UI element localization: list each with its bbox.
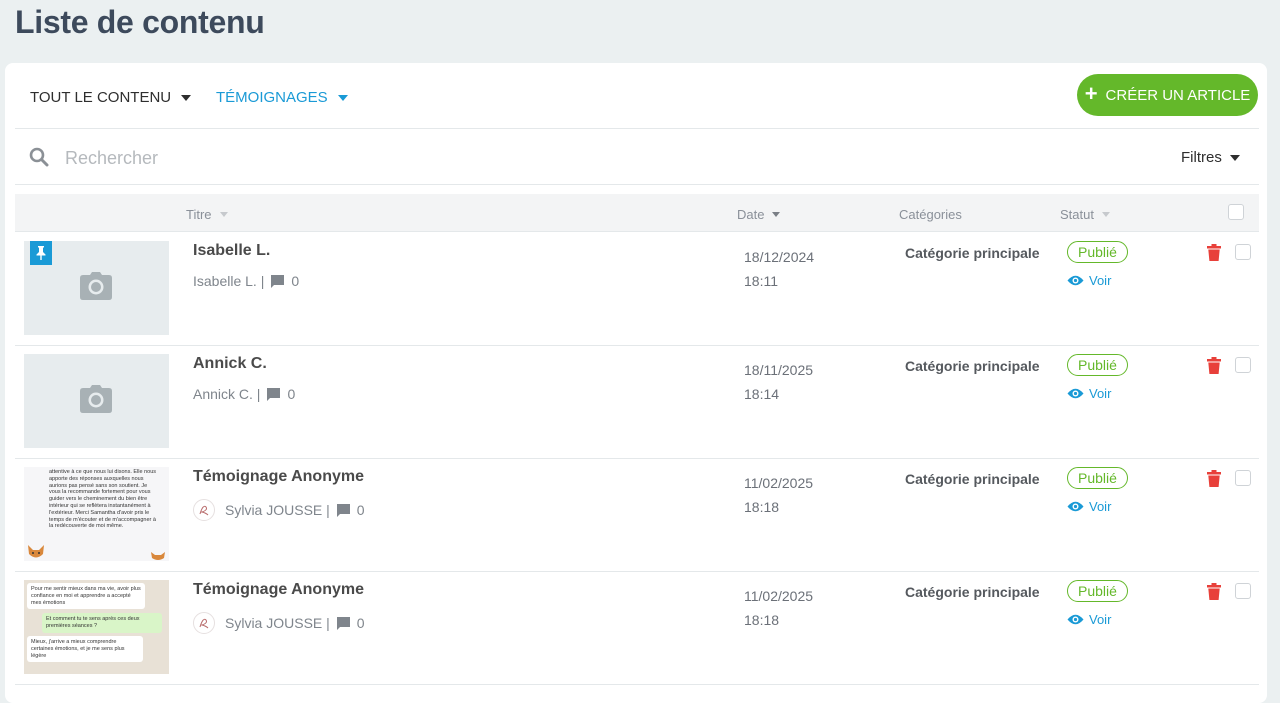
row-category: Catégorie principale (905, 245, 1040, 261)
chat-bubble: Pour me sentir mieux dans ma vie, avoir … (27, 583, 145, 610)
thumbnail-text: attentive à ce que nous lui disons. Elle… (49, 469, 157, 530)
column-header-title[interactable]: Titre (186, 207, 228, 222)
search-icon (29, 147, 49, 167)
row-meta: Isabelle L. | 0 (193, 273, 299, 289)
comment-icon (336, 616, 350, 630)
row-meta: Sylvia JOUSSE | 0 (193, 499, 365, 521)
avatar (193, 499, 215, 521)
row-checkbox[interactable] (1235, 470, 1251, 486)
row-meta: Sylvia JOUSSE | 0 (193, 612, 365, 634)
category-label: TÉMOIGNAGES (216, 89, 328, 106)
fox-sticker-icon (28, 545, 44, 558)
status-badge: Publié (1067, 354, 1128, 376)
view-link[interactable]: Voir (1067, 499, 1111, 514)
thumbnail: Pour me sentir mieux dans ma vie, avoir … (24, 580, 169, 674)
trash-icon[interactable] (1207, 470, 1221, 487)
row-author: Isabelle L. | (193, 273, 265, 289)
create-article-label: CRÉER UN ARTICLE (1105, 86, 1251, 104)
signature-logo-icon (199, 618, 209, 629)
row-category: Catégorie principale (905, 584, 1040, 600)
row-author: Annick C. | (193, 386, 261, 402)
signature-logo-icon (199, 505, 209, 516)
fox-sticker-icon (151, 552, 165, 560)
view-link[interactable]: Voir (1067, 386, 1111, 401)
category-dropdown[interactable]: TÉMOIGNAGES (216, 89, 348, 106)
eye-icon (1067, 388, 1084, 399)
eye-icon (1067, 501, 1084, 512)
table-row[interactable]: Isabelle L. Isabelle L. | 0 18/12/2024 1… (15, 232, 1259, 346)
all-content-dropdown[interactable]: TOUT LE CONTENU (30, 89, 192, 106)
comment-count: 0 (287, 386, 296, 402)
row-title[interactable]: Témoignage Anonyme (193, 581, 364, 599)
status-badge: Publié (1067, 241, 1128, 263)
chat-bubble: Et comment tu te sens après ces deux pre… (42, 613, 162, 633)
column-header-date[interactable]: Date (737, 207, 781, 222)
search-input[interactable] (63, 143, 667, 173)
camera-icon (80, 272, 112, 300)
status-badge: Publié (1067, 580, 1128, 602)
row-title[interactable]: Témoignage Anonyme (193, 468, 364, 486)
table-row[interactable]: Annick C. Annick C. | 0 18/11/2025 18:14… (15, 345, 1259, 459)
table-row[interactable]: Pour me sentir mieux dans ma vie, avoir … (15, 571, 1259, 685)
row-category: Catégorie principale (905, 358, 1040, 374)
sort-icon (772, 212, 781, 217)
select-all-checkbox[interactable] (1228, 204, 1244, 220)
camera-icon (80, 385, 112, 413)
avatar (193, 612, 215, 634)
thumbnail: attentive à ce que nous lui disons. Elle… (24, 467, 169, 561)
filters-dropdown[interactable]: Filtres (1181, 149, 1240, 166)
row-date: 11/02/2025 18:18 (744, 588, 814, 628)
caret-down-icon (181, 94, 192, 101)
view-link[interactable]: Voir (1067, 612, 1111, 627)
row-date: 11/02/2025 18:18 (744, 475, 814, 515)
plus-icon: + (1084, 81, 1098, 106)
chat-bubble: Mieux, j'arrive a mieux comprendre certa… (27, 636, 143, 663)
sort-icon (1101, 212, 1110, 217)
pin-icon[interactable] (30, 241, 52, 265)
create-article-button[interactable]: + CRÉER UN ARTICLE (1077, 74, 1258, 116)
toolbar: TOUT LE CONTENU TÉMOIGNAGES + CRÉER UN A… (5, 63, 1267, 129)
thumbnail (24, 241, 169, 335)
status-badge: Publié (1067, 467, 1128, 489)
comment-icon (336, 503, 350, 517)
sort-icon (219, 212, 228, 217)
row-meta: Annick C. | 0 (193, 386, 295, 402)
column-header-status[interactable]: Statut (1060, 207, 1110, 222)
thumbnail (24, 354, 169, 448)
trash-icon[interactable] (1207, 583, 1221, 600)
content-card: TOUT LE CONTENU TÉMOIGNAGES + CRÉER UN A… (5, 63, 1267, 703)
table-row[interactable]: attentive à ce que nous lui disons. Elle… (15, 458, 1259, 572)
row-checkbox[interactable] (1235, 357, 1251, 373)
comment-count: 0 (356, 502, 365, 518)
eye-icon (1067, 275, 1084, 286)
filters-label: Filtres (1181, 149, 1222, 166)
row-checkbox[interactable] (1235, 244, 1251, 260)
divider (15, 184, 1259, 185)
comment-count: 0 (291, 273, 300, 289)
column-header-categories: Catégories (899, 207, 962, 222)
row-date: 18/12/2024 18:11 (744, 249, 815, 289)
row-author: Sylvia JOUSSE | (225, 615, 330, 631)
eye-icon (1067, 614, 1084, 625)
all-content-label: TOUT LE CONTENU (30, 89, 172, 106)
trash-icon[interactable] (1207, 357, 1221, 374)
caret-down-icon (337, 94, 348, 101)
comment-count: 0 (356, 615, 365, 631)
comment-icon (267, 387, 281, 401)
caret-down-icon (1229, 154, 1240, 161)
row-title[interactable]: Annick C. (193, 355, 267, 373)
search-bar: Filtres (5, 129, 1267, 184)
table-header: Titre Date Catégories Statut (15, 194, 1259, 232)
trash-icon[interactable] (1207, 244, 1221, 261)
view-link[interactable]: Voir (1067, 273, 1111, 288)
row-category: Catégorie principale (905, 471, 1040, 487)
page-title: Liste de contenu (15, 4, 265, 40)
row-date: 18/11/2025 18:14 (744, 362, 814, 402)
row-checkbox[interactable] (1235, 583, 1251, 599)
comment-icon (271, 274, 285, 288)
row-author: Sylvia JOUSSE | (225, 502, 330, 518)
row-title[interactable]: Isabelle L. (193, 242, 270, 260)
